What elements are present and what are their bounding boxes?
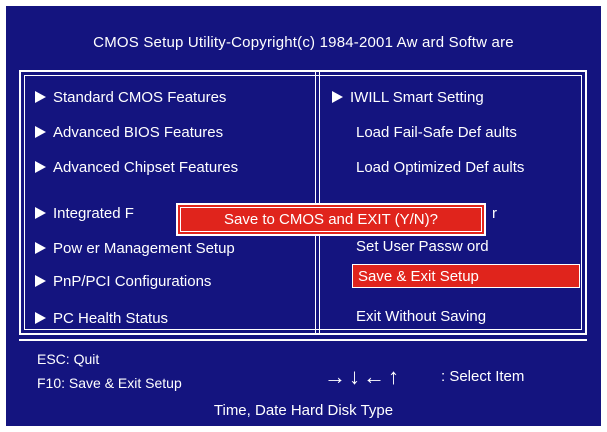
right-triangle-icon [332,91,343,103]
status-line: Time, Date Hard Disk Type [213,402,394,419]
menu-item-standard-cmos[interactable]: Standard CMOS Features [35,86,226,110]
menu-item-advanced-chipset[interactable]: Advanced Chipset Features [35,156,238,180]
right-triangle-icon [35,207,46,219]
menu-item-set-user-password[interactable]: Set User Passw ord [356,235,489,259]
menu-item-pnp-pci[interactable]: PnP/PCI Configurations [35,270,211,294]
arrow-keys-icon: →↓←↑ [324,364,402,389]
menu-item-iwill-smart[interactable]: IWILL Smart Setting [332,86,484,110]
menu-item-load-optimized[interactable]: Load Optimized Def aults [356,156,524,180]
esc-help: ESC: Quit [37,351,100,367]
right-triangle-icon [35,275,46,287]
menu-item-supervisor-password-fragment[interactable]: r [492,202,497,226]
menu-item-pc-health[interactable]: PC Health Status [35,307,168,331]
menu-item-integrated-peripherals[interactable]: Integrated F [35,202,134,226]
menu-item-advanced-bios[interactable]: Advanced BIOS Features [35,121,223,145]
footer-divider [19,339,587,341]
confirm-dialog[interactable]: Save to CMOS and EXIT (Y/N)? [176,203,486,236]
select-item-help: : Select Item [441,368,525,385]
menu-item-load-fail-safe[interactable]: Load Fail-Safe Def aults [356,121,517,145]
f10-help: F10: Save & Exit Setup [37,375,182,391]
page-title: CMOS Setup Utility-Copyright(c) 1984-200… [93,34,514,51]
right-triangle-icon [35,126,46,138]
right-triangle-icon [35,242,46,254]
menu-item-save-exit[interactable]: Save & Exit Setup [352,264,580,288]
right-triangle-icon [35,161,46,173]
bios-screen: CMOS Setup Utility-Copyright(c) 1984-200… [6,6,601,426]
right-triangle-icon [35,91,46,103]
right-triangle-icon [35,312,46,324]
menu-item-power-management[interactable]: Pow er Management Setup [35,237,235,261]
menu-item-exit-without-saving[interactable]: Exit Without Saving [356,305,486,329]
